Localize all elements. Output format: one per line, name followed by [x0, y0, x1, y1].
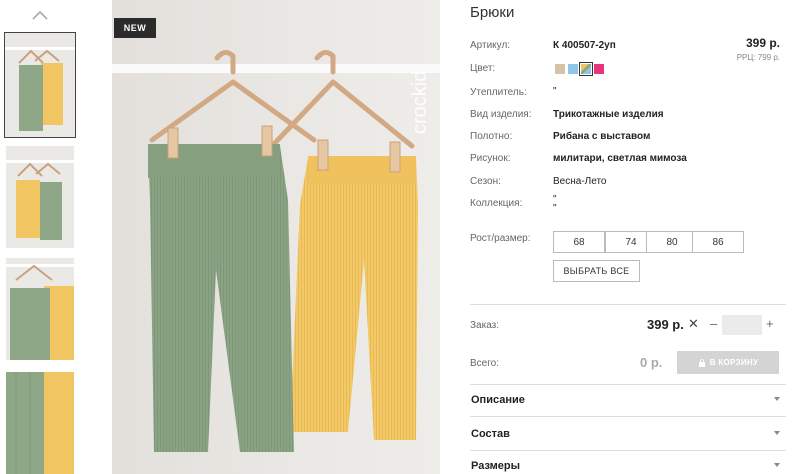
season-label: Сезон:	[470, 176, 501, 187]
size-button-80[interactable]: 80	[646, 231, 698, 253]
bag-icon	[698, 358, 705, 367]
divider	[470, 304, 786, 305]
product-price: 399 р.	[745, 36, 780, 50]
main-product-image[interactable]	[112, 0, 440, 474]
caret-down-icon	[774, 397, 780, 401]
svg-text:crockid: crockid	[409, 71, 431, 134]
caret-down-icon	[774, 431, 780, 435]
total-label: Всего:	[470, 358, 499, 369]
thumbnail-2[interactable]	[6, 146, 74, 248]
quantity-input[interactable]	[722, 315, 762, 335]
color-swatches	[555, 62, 604, 76]
size-button-68[interactable]: 68	[553, 231, 605, 253]
accordion-sizes[interactable]: Размеры	[470, 451, 786, 474]
decrement-button[interactable]: –	[710, 316, 717, 331]
product-info-panel: Брюки Артикул: К 400507-2уп 399 р. РРЦ: …	[470, 0, 788, 474]
accordion-label: Состав	[471, 428, 510, 440]
product-photo	[112, 0, 440, 474]
order-label: Заказ:	[470, 320, 500, 331]
thumbnail-1[interactable]	[4, 32, 76, 138]
accordion-composition[interactable]: Состав	[470, 419, 786, 449]
accordion-label: Описание	[471, 394, 525, 406]
product-title: Брюки	[470, 4, 515, 21]
add-to-cart-label: В КОРЗИНУ	[709, 358, 759, 367]
color-swatch-blue[interactable]	[568, 64, 578, 74]
thumbnail-3[interactable]	[6, 258, 74, 360]
size-button-86[interactable]: 86	[692, 231, 744, 253]
add-to-cart-button[interactable]: В КОРЗИНУ	[677, 351, 779, 374]
order-price: 399 р.	[647, 317, 684, 332]
fabric-label: Полотно:	[470, 131, 513, 142]
color-swatch-beige[interactable]	[555, 64, 565, 74]
select-all-button[interactable]: ВЫБРАТЬ ВСЕ	[553, 260, 640, 282]
total-value: 0 р.	[640, 355, 663, 370]
caret-down-icon	[774, 463, 780, 467]
increment-button[interactable]: +	[766, 316, 774, 331]
rrp-price: РРЦ: 799 р.	[736, 53, 780, 62]
article-value: К 400507-2уп	[553, 40, 616, 51]
insulation-label: Утеплитель:	[470, 87, 527, 98]
new-badge: NEW	[114, 18, 156, 38]
insulation-value: "	[553, 86, 557, 97]
color-label: Цвет:	[470, 63, 496, 74]
thumbnail-gallery	[0, 0, 80, 474]
collection-value: " "	[553, 194, 557, 214]
pattern-value: милитари, светлая мимоза	[553, 153, 687, 164]
thumbnail-4[interactable]	[6, 372, 74, 474]
remove-icon[interactable]: ✕	[688, 316, 699, 332]
product-type-value: Трикотажные изделия	[553, 109, 664, 120]
season-value: Весна-Лето	[553, 176, 607, 187]
color-swatch-pink[interactable]	[594, 64, 604, 74]
pattern-label: Рисунок:	[470, 153, 511, 164]
color-swatch-multicolor[interactable]	[579, 62, 593, 76]
article-label: Артикул:	[470, 40, 511, 51]
brand-logo: crockid	[409, 71, 431, 134]
collection-label: Коллекция:	[470, 198, 523, 209]
accordion-label: Размеры	[471, 460, 521, 472]
chevron-up-icon[interactable]	[30, 8, 50, 24]
fabric-value: Рибана с выставом	[553, 131, 651, 142]
product-type-label: Вид изделия:	[470, 109, 532, 120]
divider	[470, 416, 786, 417]
accordion-description[interactable]: Описание	[470, 385, 786, 415]
size-label: Рост/размер:	[470, 233, 531, 244]
